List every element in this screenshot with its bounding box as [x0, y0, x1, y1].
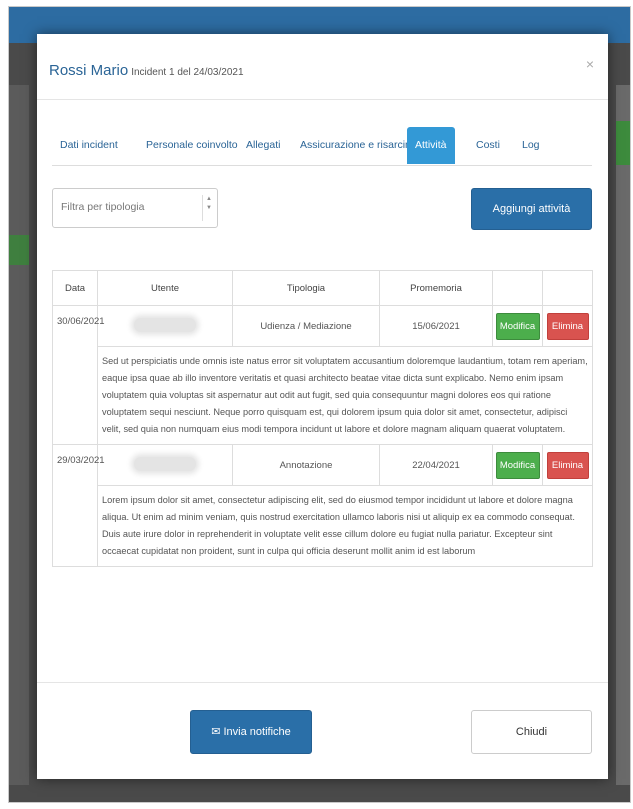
row-user	[97, 305, 233, 347]
header-type: Tipologia	[232, 270, 380, 306]
select-arrows-icon: ▲ ▼	[202, 195, 215, 221]
send-notifications-label: Invia notifiche	[223, 726, 291, 738]
redacted-user	[134, 317, 196, 332]
table-row: 30/06/2021 Udienza / Mediazione 15/06/20…	[52, 305, 593, 445]
delete-button[interactable]: Elimina	[546, 312, 589, 340]
row-type: Udienza / Mediazione	[232, 305, 380, 347]
header-edit	[492, 270, 543, 306]
row-delete-cell: Elimina	[542, 444, 593, 486]
tab-costi[interactable]: Costi	[468, 127, 508, 164]
modal-header: Rossi Mario Incident 1 del 24/03/2021 ×	[37, 34, 608, 100]
row-edit-cell: Modifica	[492, 305, 543, 347]
row-date: 29/03/2021	[52, 444, 105, 567]
redacted-user	[134, 456, 196, 471]
header-user: Utente	[97, 270, 233, 306]
row-user	[97, 444, 233, 486]
tab-attivita[interactable]: Attività	[407, 127, 455, 164]
row-description: Sed ut perspiciatis unde omnis iste natu…	[97, 346, 593, 445]
close-icon[interactable]: ×	[586, 56, 594, 72]
tab-dati-incident[interactable]: Dati incident	[52, 127, 126, 164]
table-row-description: Lorem ipsum dolor sit amet, consectetur …	[53, 485, 593, 567]
send-notifications-button[interactable]: ✉ Invia notifiche	[190, 710, 312, 754]
edit-button[interactable]: Modifica	[495, 451, 540, 479]
person-name: Rossi Mario	[49, 62, 129, 79]
envelope-icon: ✉	[211, 726, 221, 738]
modal-title: Rossi Mario Incident 1 del 24/03/2021	[49, 62, 244, 79]
edit-button[interactable]: Modifica	[495, 312, 540, 340]
row-delete-cell: Elimina	[542, 305, 593, 347]
add-activity-button[interactable]: Aggiungi attività	[471, 188, 592, 230]
background-sidebar	[9, 85, 29, 785]
incident-subtitle: Incident 1 del 24/03/2021	[131, 67, 244, 78]
filter-type-select[interactable]: Filtra per tipologia ▲ ▼	[52, 188, 218, 228]
modal-footer: ✉ Invia notifiche Chiudi	[37, 682, 608, 780]
row-reminder: 15/06/2021	[379, 305, 493, 347]
incident-modal: Rossi Mario Incident 1 del 24/03/2021 × D…	[37, 34, 608, 779]
activities-table: Data Utente Tipologia Promemoria 30/06/2…	[52, 270, 593, 567]
header-delete	[542, 270, 593, 306]
header-reminder: Promemoria	[379, 270, 493, 306]
table-row-description: Sed ut perspiciatis unde omnis iste natu…	[53, 346, 593, 445]
filter-placeholder: Filtra per tipologia	[61, 201, 145, 213]
tab-allegati[interactable]: Allegati	[238, 127, 288, 164]
tab-bar: Dati incident Personale coinvolto Allega…	[52, 127, 592, 166]
tab-log[interactable]: Log	[514, 127, 548, 164]
close-button[interactable]: Chiudi	[471, 710, 592, 754]
tab-personale-coinvolto[interactable]: Personale coinvolto	[138, 127, 246, 164]
table-header-row: Data Utente Tipologia Promemoria	[52, 270, 593, 306]
table-row: 29/03/2021 Annotazione 22/04/2021 Modifi…	[52, 444, 593, 567]
background-right-panel	[616, 85, 630, 785]
row-description: Lorem ipsum dolor sit amet, consectetur …	[97, 485, 593, 567]
delete-button[interactable]: Elimina	[546, 451, 589, 479]
row-date: 30/06/2021	[52, 305, 105, 445]
row-edit-cell: Modifica	[492, 444, 543, 486]
header-date: Data	[52, 270, 98, 306]
row-reminder: 22/04/2021	[379, 444, 493, 486]
row-type: Annotazione	[232, 444, 380, 486]
